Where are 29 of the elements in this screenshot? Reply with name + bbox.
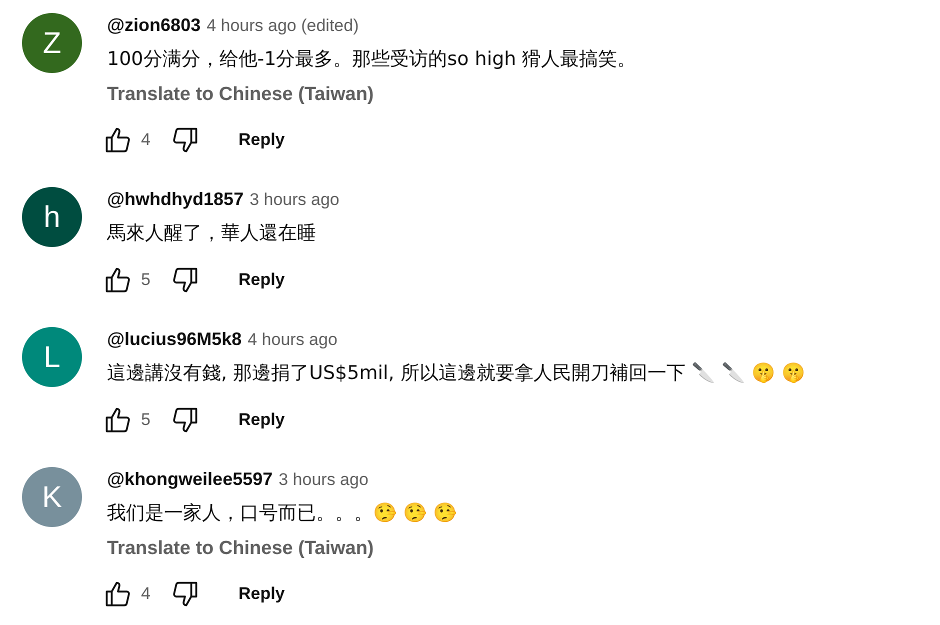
reply-button[interactable]: Reply	[238, 267, 285, 293]
timestamp[interactable]: 3 hours ago	[250, 187, 340, 212]
author-name[interactable]: @zion6803	[107, 12, 201, 39]
avatar[interactable]: Z	[22, 13, 82, 73]
like-count: 4	[141, 129, 150, 152]
reply-button[interactable]: Reply	[238, 581, 285, 607]
comment-text: 100分满分，给他-1分最多。那些受访的so high 猾人最搞笑。	[107, 47, 636, 72]
translate-link[interactable]: Translate to Chinese (Taiwan)	[107, 78, 374, 112]
comment-text: 馬來人醒了，華人還在睡	[107, 221, 317, 246]
reply-button[interactable]: Reply	[238, 127, 285, 153]
timestamp[interactable]: 4 hours ago (edited)	[206, 13, 359, 38]
thumbs-up-icon[interactable]	[103, 579, 133, 609]
avatar[interactable]: h	[22, 187, 82, 247]
reply-button[interactable]: Reply	[238, 407, 285, 433]
thumbs-up-icon[interactable]	[103, 125, 133, 155]
author-name[interactable]: @hwhdhyd1857	[107, 186, 244, 213]
like-count: 5	[141, 409, 150, 432]
avatar[interactable]: L	[22, 327, 82, 387]
timestamp[interactable]: 4 hours ago	[248, 327, 338, 352]
thumbs-up-icon[interactable]	[103, 405, 133, 435]
comment-text: 我们是一家人，口号而已。。。🤥 🤥 🤥	[107, 501, 458, 526]
author-name[interactable]: @lucius96M5k8	[107, 326, 242, 353]
translate-link[interactable]: Translate to Chinese (Taiwan)	[107, 532, 374, 566]
like-count: 4	[141, 583, 150, 606]
like-count: 5	[141, 269, 150, 292]
author-name[interactable]: @khongweilee5597	[107, 466, 273, 493]
timestamp[interactable]: 3 hours ago	[278, 467, 368, 492]
thumbs-up-icon[interactable]	[103, 265, 133, 295]
comment-text: 這邊講沒有錢, 那邊捐了US$5mil, 所以這邊就要拿人民開刀補回一下 🔪 🔪 🤫 🤫	[107, 361, 806, 386]
